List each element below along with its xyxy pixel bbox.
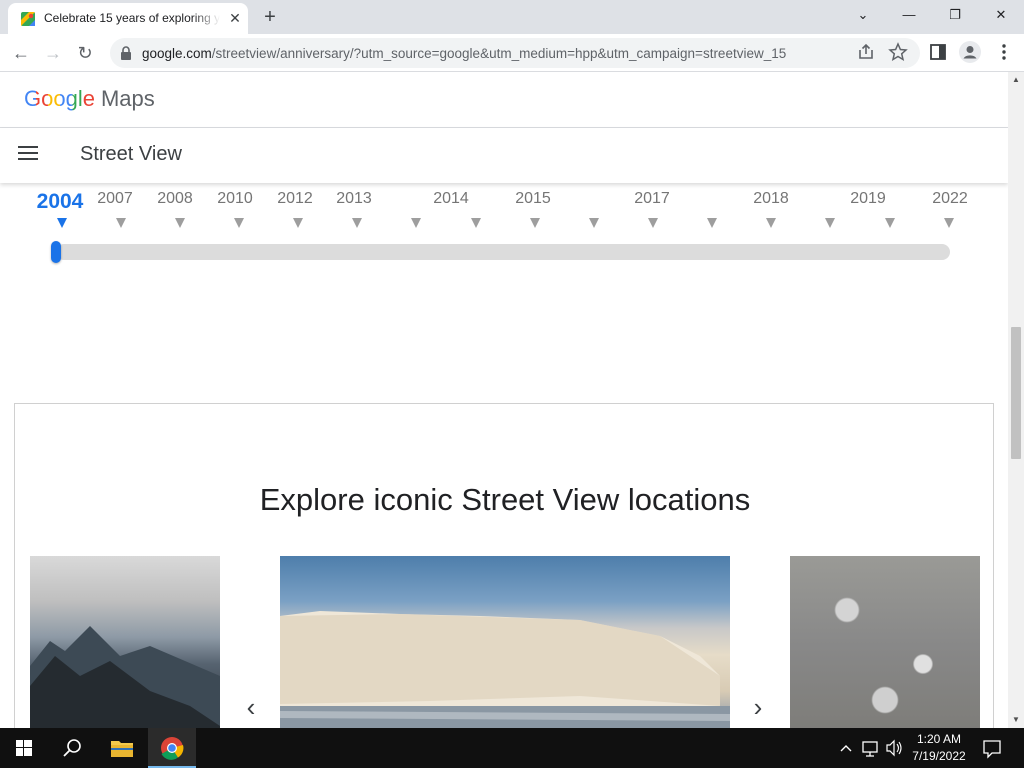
logo-google: Google <box>24 86 95 111</box>
timeline-year-2004[interactable]: 2004 <box>37 190 84 214</box>
timeline-year-2018[interactable]: 2018 <box>753 190 789 208</box>
address-bar[interactable]: google.com/streetview/anniversary/?utm_s… <box>110 38 920 68</box>
timeline-marker[interactable] <box>648 218 658 228</box>
url-path: /streetview/anniversary/?utm_source=goog… <box>211 46 787 61</box>
google-maps-favicon-icon <box>21 12 35 26</box>
timeline-year-2017[interactable]: 2017 <box>634 190 670 208</box>
timeline-marker-active[interactable] <box>57 218 67 228</box>
timeline-marker[interactable] <box>293 218 303 228</box>
browser-toolbar: ← → ↻ google.com/streetview/anniversary/… <box>0 34 1024 72</box>
network-icon[interactable] <box>860 728 882 768</box>
timeline-marker[interactable] <box>589 218 599 228</box>
timeline-year-2015[interactable]: 2015 <box>515 190 551 208</box>
windows-taskbar: 1:20 AM 7/19/2022 <box>0 728 1024 768</box>
timeline-marker[interactable] <box>766 218 776 228</box>
timeline-marker[interactable] <box>944 218 954 228</box>
timeline-marker[interactable] <box>825 218 835 228</box>
timeline-year-2012[interactable]: 2012 <box>277 190 313 208</box>
reload-icon[interactable]: ↻ <box>72 40 98 66</box>
timeline-marker[interactable] <box>116 218 126 228</box>
page-viewport: Google Maps Street View 2004 2007 2008 20… <box>0 72 1008 728</box>
timeline-year-2008[interactable]: 2008 <box>157 190 193 208</box>
timeline-marker[interactable] <box>885 218 895 228</box>
bookmark-star-icon[interactable] <box>888 42 908 62</box>
start-button[interactable] <box>0 728 48 768</box>
tab-title: Celebrate 15 years of exploring your wor… <box>44 11 220 25</box>
notifications-icon[interactable] <box>980 728 1004 768</box>
scroll-up-arrow-icon[interactable]: ▲ <box>1008 72 1024 88</box>
chrome-icon <box>161 737 184 760</box>
timeline-year-2007[interactable]: 2007 <box>97 190 133 208</box>
timeline-year-2014[interactable]: 2014 <box>433 190 469 208</box>
browser-tab-strip: Celebrate 15 years of exploring your wor… <box>0 0 1024 34</box>
timeline-marker[interactable] <box>707 218 717 228</box>
url-text: google.com/streetview/anniversary/?utm_s… <box>142 46 786 61</box>
chrome-taskbar-button[interactable] <box>148 728 196 768</box>
timeline-marker[interactable] <box>471 218 481 228</box>
explore-locations-card: Explore iconic Street View locations ‹ › <box>14 403 994 728</box>
timeline-year-2013[interactable]: 2013 <box>336 190 372 208</box>
system-clock[interactable]: 1:20 AM 7/19/2022 <box>900 731 978 765</box>
google-maps-logo[interactable]: Google Maps <box>24 86 155 112</box>
window-close-button[interactable]: ✕ <box>978 0 1024 30</box>
search-icon <box>63 739 81 757</box>
minimize-button[interactable]: — <box>886 0 932 30</box>
timeline-marker[interactable] <box>411 218 421 228</box>
profile-avatar-icon[interactable] <box>959 41 981 63</box>
street-view-header: Street View <box>0 128 1008 183</box>
explore-section-heading: Explore iconic Street View locations <box>259 482 751 517</box>
tab-close-icon[interactable]: ✕ <box>226 9 244 27</box>
search-button[interactable] <box>48 728 96 768</box>
tab-search-button[interactable]: ⌄ <box>840 0 886 30</box>
folder-icon <box>111 741 133 757</box>
share-icon[interactable] <box>856 42 876 62</box>
timeline-marker[interactable] <box>175 218 185 228</box>
file-explorer-button[interactable] <box>98 728 146 768</box>
mountain-silhouette-image <box>30 626 220 728</box>
location-photo-aerial[interactable] <box>790 556 980 728</box>
timeline-year-2022[interactable]: 2022 <box>932 190 968 208</box>
timeline-slider-track[interactable] <box>56 244 950 260</box>
restore-button[interactable]: ❐ <box>932 0 978 30</box>
location-photo-mountains[interactable] <box>30 556 220 728</box>
browser-tab-active[interactable]: Celebrate 15 years of exploring your wor… <box>8 3 248 34</box>
lock-icon <box>121 46 131 60</box>
windows-logo-icon <box>16 740 32 756</box>
timeline-year-2019[interactable]: 2019 <box>850 190 886 208</box>
timeline-slider-handle[interactable] <box>51 241 61 263</box>
menu-hamburger-icon[interactable] <box>18 146 38 162</box>
clock-date: 7/19/2022 <box>912 749 966 763</box>
timeline-marker[interactable] <box>352 218 362 228</box>
logo-maps: Maps <box>100 86 155 111</box>
show-hidden-icons-chevron-icon[interactable] <box>836 728 856 768</box>
page-title: Street View <box>80 143 182 165</box>
timeline-marker[interactable] <box>530 218 540 228</box>
side-panel-icon[interactable] <box>928 42 948 62</box>
timeline-marker[interactable] <box>234 218 244 228</box>
carousel-prev-icon[interactable]: ‹ <box>239 694 263 720</box>
forward-arrow-icon[interactable]: → <box>40 40 66 66</box>
back-arrow-icon[interactable]: ← <box>8 40 34 66</box>
location-photo-iceberg[interactable] <box>280 556 730 728</box>
carousel-next-icon[interactable]: › <box>746 694 770 720</box>
timeline-year-2010[interactable]: 2010 <box>217 190 253 208</box>
iceberg-image <box>280 611 730 728</box>
new-tab-button[interactable]: + <box>258 6 282 28</box>
page-scrollbar[interactable]: ▲ ▼ <box>1008 72 1024 728</box>
clock-time: 1:20 AM <box>916 732 962 746</box>
scrollbar-thumb[interactable] <box>1011 327 1021 459</box>
url-host: google.com <box>142 46 212 61</box>
scroll-down-arrow-icon[interactable]: ▼ <box>1008 712 1024 728</box>
more-options-icon[interactable] <box>994 42 1014 62</box>
maps-header: Google Maps <box>0 72 1008 128</box>
